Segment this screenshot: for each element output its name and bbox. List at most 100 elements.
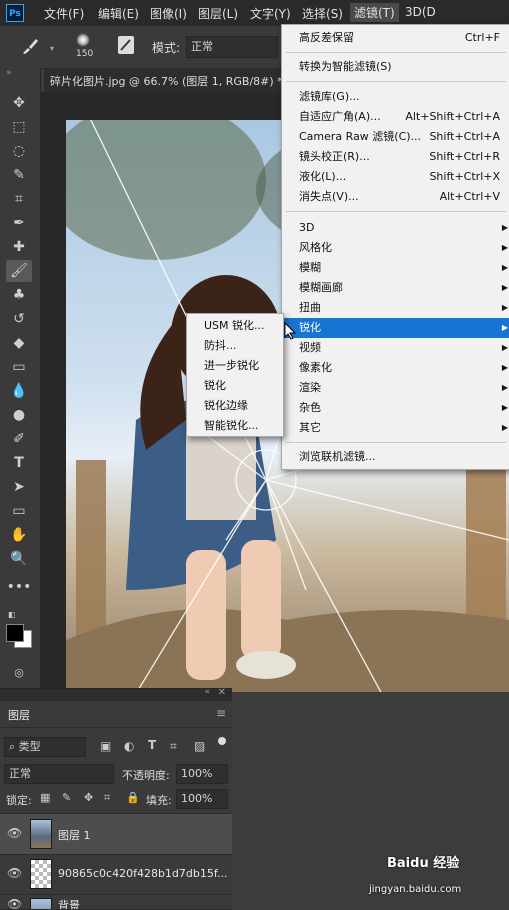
marquee-tool-icon[interactable]: ⬚: [6, 116, 32, 138]
layer-thumbnail: [30, 859, 52, 889]
layer-row[interactable]: 👁 图层 1: [0, 813, 232, 855]
blend-mode-value: 正常: [9, 767, 31, 780]
menu-select[interactable]: 选择(S): [302, 5, 343, 22]
photoshop-logo: Ps: [6, 4, 24, 22]
filter-menu-item-gallery[interactable]: 滤镜库(G)...: [282, 87, 509, 107]
opacity-input[interactable]: 100%: [176, 764, 228, 784]
default-colors-icon[interactable]: ◧: [8, 610, 16, 619]
filter-menu-item-vanishing-point[interactable]: 消失点(V)... Alt+Ctrl+V: [282, 187, 509, 207]
gradient-tool-icon[interactable]: ▭: [6, 356, 32, 378]
filter-menu-item-stylize[interactable]: 风格化 ▶: [282, 238, 509, 258]
filter-toggle-icon[interactable]: [218, 737, 226, 745]
dodge-tool-icon[interactable]: ●: [6, 404, 32, 426]
lock-transparent-icon[interactable]: ▦: [40, 791, 50, 804]
brush-tool-icon[interactable]: 🖌: [6, 260, 32, 282]
visibility-eye-icon[interactable]: 👁: [7, 897, 22, 909]
fill-input[interactable]: 100%: [176, 789, 228, 809]
menu-edit[interactable]: 编辑(E): [98, 5, 139, 22]
quick-select-tool-icon[interactable]: ✎: [6, 164, 32, 186]
menu-3d[interactable]: 3D(D: [405, 5, 436, 19]
filter-shape-icon[interactable]: ⌗: [170, 739, 177, 754]
submenu-arrow-icon: ▶: [501, 223, 508, 232]
lock-position-icon[interactable]: ✥: [84, 791, 93, 804]
eraser-tool-icon[interactable]: ◆: [6, 332, 32, 354]
menu-file[interactable]: 文件(F): [44, 5, 84, 22]
submenu-item-shake-reduction[interactable]: 防抖...: [187, 336, 283, 356]
rectangle-tool-icon[interactable]: ▭: [6, 500, 32, 522]
zoom-tool-icon[interactable]: 🔍: [6, 548, 32, 570]
menu-filter[interactable]: 滤镜(T): [350, 3, 399, 22]
filter-menu-item-browse-online[interactable]: 浏览联机滤镜...: [282, 447, 509, 467]
eyedropper-tool-icon[interactable]: ✒: [6, 212, 32, 234]
filter-menu-item-adaptive-wide[interactable]: 自适应广角(A)... Alt+Shift+Ctrl+A: [282, 107, 509, 127]
filter-pixel-icon[interactable]: ▣: [100, 739, 111, 753]
filter-menu-item-blur-gallery[interactable]: 模糊画廊 ▶: [282, 278, 509, 298]
filter-menu-item-distort[interactable]: 扭曲 ▶: [282, 298, 509, 318]
layer-filter-select[interactable]: ⌕ 类型: [4, 737, 86, 757]
filter-menu-item-video[interactable]: 视频 ▶: [282, 338, 509, 358]
close-icon[interactable]: ✕: [218, 687, 226, 698]
filter-menu-item-sharpen[interactable]: 锐化 ▶: [282, 318, 509, 338]
hand-tool-icon[interactable]: ✋: [6, 524, 32, 546]
panel-menu-icon[interactable]: ≡: [216, 706, 226, 720]
brush-tip-icon[interactable]: [76, 33, 90, 47]
lock-artboard-icon[interactable]: ⌗: [104, 791, 110, 805]
history-brush-tool-icon[interactable]: ↺: [6, 308, 32, 330]
menu-type[interactable]: 文字(Y): [250, 5, 291, 22]
blend-mode-select[interactable]: 正常: [4, 764, 114, 784]
filter-menu-item-noise[interactable]: 杂色 ▶: [282, 398, 509, 418]
filter-menu-item-other[interactable]: 其它 ▶: [282, 418, 509, 438]
filter-menu-item-camera-raw[interactable]: Camera Raw 滤镜(C)... Shift+Ctrl+A: [282, 127, 509, 147]
more-tools-icon[interactable]: •••: [6, 576, 32, 598]
filter-menu-item-lens-correction[interactable]: 镜头校正(R)... Shift+Ctrl+R: [282, 147, 509, 167]
blur-tool-icon[interactable]: 💧: [6, 380, 32, 402]
brush-settings-icon[interactable]: [118, 36, 134, 54]
layer-name[interactable]: 背景: [58, 897, 80, 909]
collapse-icon[interactable]: «: [204, 687, 210, 697]
filter-menu-item-high-pass[interactable]: 高反差保留 Ctrl+F: [282, 28, 509, 48]
move-tool-icon[interactable]: ✥: [6, 92, 32, 114]
filter-menu-item-pixelate[interactable]: 像素化 ▶: [282, 358, 509, 378]
filter-menu-item-render[interactable]: 渲染 ▶: [282, 378, 509, 398]
lasso-tool-icon[interactable]: ◌: [6, 140, 32, 162]
mode-select[interactable]: 正常: [186, 36, 278, 58]
path-select-tool-icon[interactable]: ➤: [6, 476, 32, 498]
menu-layer[interactable]: 图层(L): [198, 5, 238, 22]
quick-mask-icon[interactable]: ◎: [6, 662, 32, 684]
filter-menu-item-blur[interactable]: 模糊 ▶: [282, 258, 509, 278]
type-tool-icon[interactable]: T: [6, 452, 32, 474]
filter-menu-item-liquify[interactable]: 液化(L)... Shift+Ctrl+X: [282, 167, 509, 187]
layer-row[interactable]: 👁 90865c0c420f428b1d7db15f...: [0, 854, 232, 895]
filter-menu-item-3d[interactable]: 3D ▶: [282, 218, 509, 238]
layer-name[interactable]: 图层 1: [58, 827, 91, 843]
brush-tool-preset-icon[interactable]: [20, 36, 40, 56]
chevron-down-icon[interactable]: ▾: [50, 44, 54, 53]
layers-panel: « ✕ 图层 ≡ ⌕ 类型 ▣ ◐ T ⌗ ▨ 正常 不透明度: 100% 锁定…: [0, 687, 232, 910]
pen-tool-icon[interactable]: ✐: [6, 428, 32, 450]
collapse-icon[interactable]: »: [6, 68, 12, 78]
submenu-item-smart-sharpen[interactable]: 智能锐化...: [187, 416, 283, 436]
submenu-item-sharpen-more[interactable]: 进一步锐化: [187, 356, 283, 376]
visibility-eye-icon[interactable]: 👁: [7, 826, 22, 840]
layer-name[interactable]: 90865c0c420f428b1d7db15f...: [58, 867, 227, 880]
submenu-item-sharpen-edges[interactable]: 锐化边缘: [187, 396, 283, 416]
submenu-item-usm-sharpen[interactable]: USM 锐化...: [187, 316, 283, 336]
menu-divider: [286, 81, 506, 82]
filter-menu-item-convert-smart[interactable]: 转换为智能滤镜(S): [282, 57, 509, 77]
document-tab[interactable]: 碎片化图片.jpg @ 66.7% (图层 1, RGB/8#) *: [50, 73, 283, 89]
healing-tool-icon[interactable]: ✚: [6, 236, 32, 258]
clone-stamp-tool-icon[interactable]: ♣: [6, 284, 32, 306]
lock-all-icon[interactable]: 🔒: [126, 791, 140, 804]
visibility-eye-icon[interactable]: 👁: [7, 866, 22, 880]
filter-smart-object-icon[interactable]: ▨: [194, 739, 205, 753]
menu-image[interactable]: 图像(I): [150, 5, 187, 22]
submenu-arrow-icon: ▶: [501, 283, 508, 292]
submenu-item-sharpen[interactable]: 锐化: [187, 376, 283, 396]
lock-pixels-icon[interactable]: ✎: [62, 791, 71, 804]
filter-adjustment-icon[interactable]: ◐: [124, 739, 134, 753]
layer-filter-value: 类型: [18, 740, 41, 753]
foreground-color-swatch[interactable]: [6, 624, 24, 642]
filter-type-icon[interactable]: T: [148, 738, 156, 752]
layers-tab[interactable]: 图层: [8, 707, 30, 723]
crop-tool-icon[interactable]: ⌗: [6, 188, 32, 210]
